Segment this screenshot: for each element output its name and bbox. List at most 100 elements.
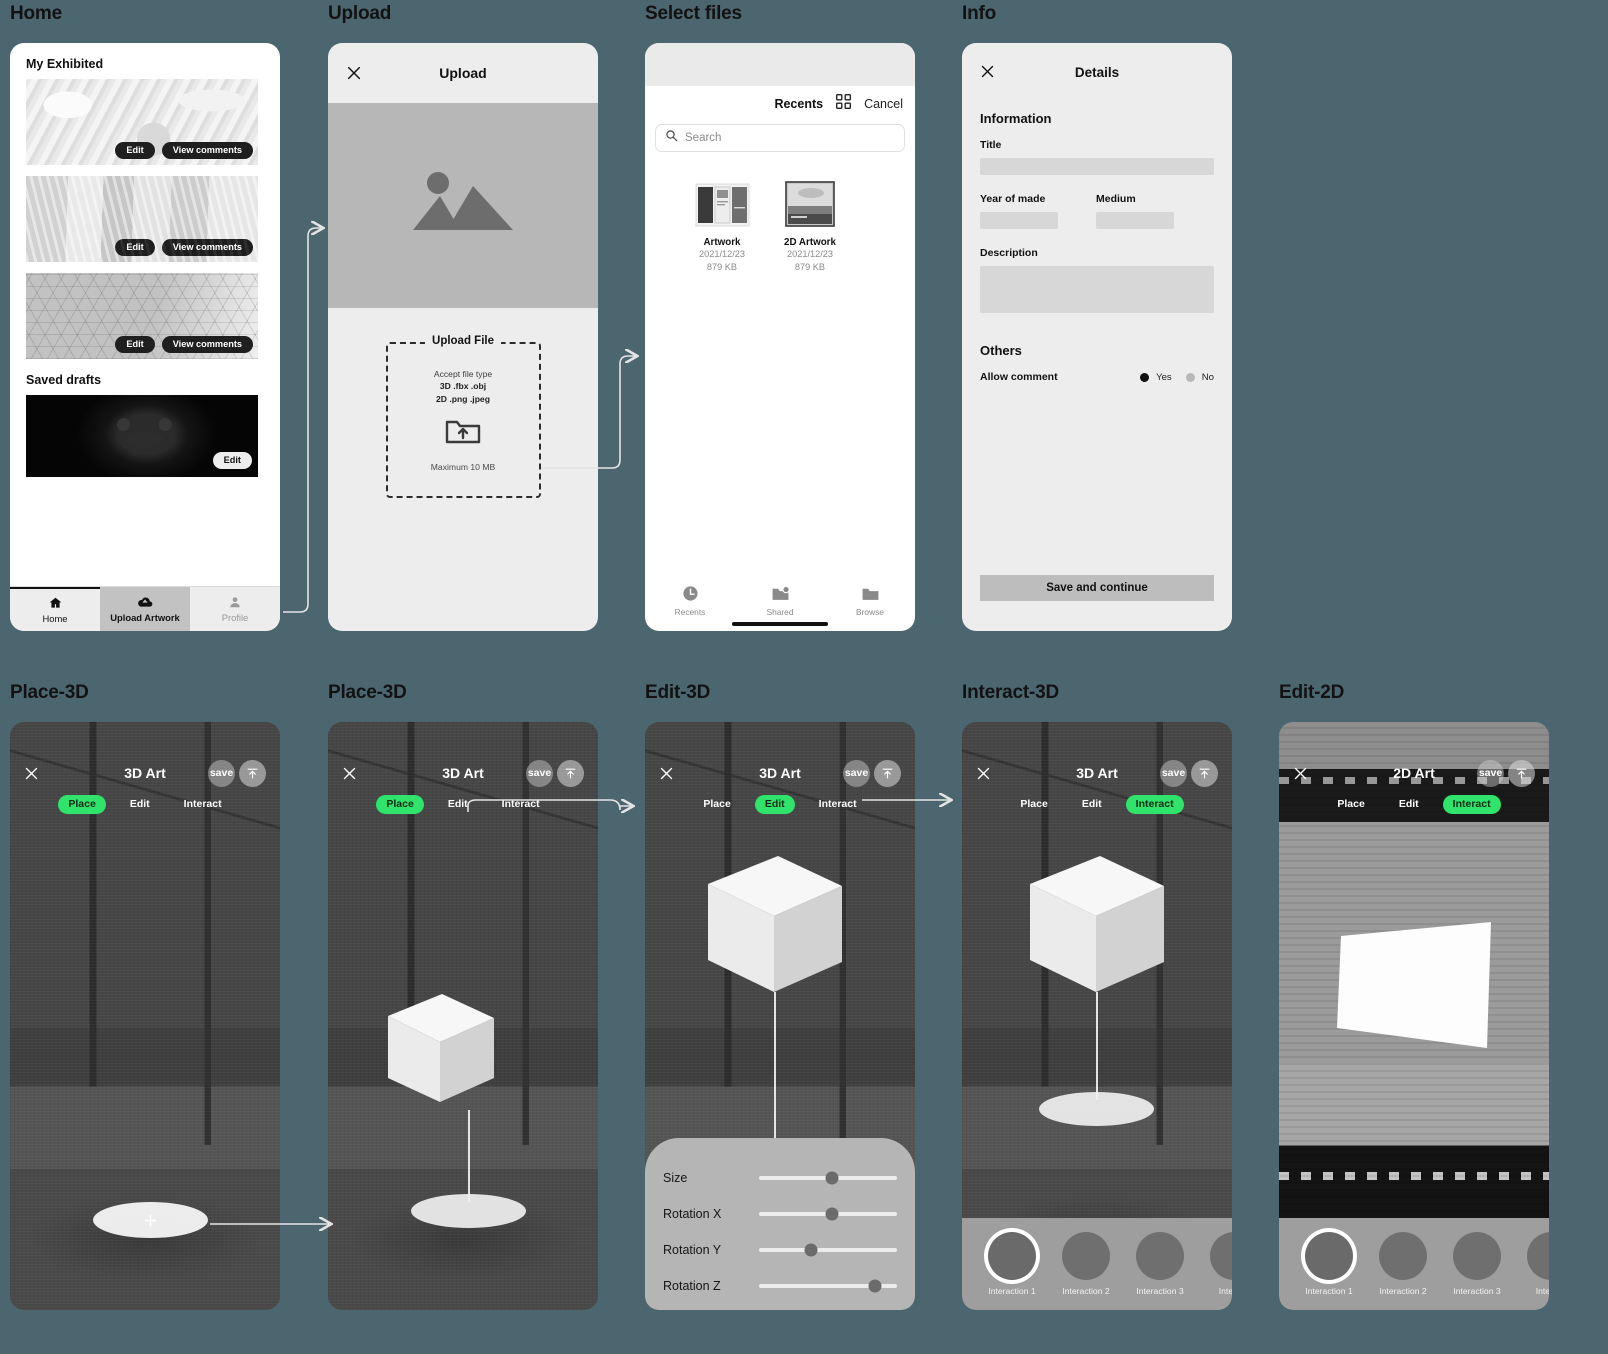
accept-label: Accept file type [433,368,493,379]
mode-place[interactable]: Place [1327,795,1374,814]
slider-knob[interactable] [825,1171,839,1185]
sheet-handle-area [645,43,915,86]
share-upload-icon[interactable] [1191,759,1218,787]
mode-edit[interactable]: Edit [1072,795,1112,814]
mode-place[interactable]: Place [693,795,740,814]
mode-edit[interactable]: Edit [754,795,795,814]
slider-row: Rotation Z [663,1268,897,1304]
radio-label: Yes [1156,371,1172,383]
interaction-option[interactable]: Interacti [1523,1232,1549,1296]
save-button[interactable]: save [208,759,235,787]
interaction-label: Interaction 2 [1379,1286,1427,1296]
mode-place[interactable]: Place [1010,795,1057,814]
interaction-label: Interacti [1218,1286,1232,1296]
cancel-button[interactable]: Cancel [864,97,903,111]
sidebar-item-upload-artwork[interactable]: Upload Artwork [100,587,190,631]
save-button[interactable]: save [843,759,870,787]
ar-cube-object[interactable] [700,850,850,1000]
rotation-y-slider[interactable] [759,1243,897,1257]
object-stem [468,1110,470,1202]
accept-2d: 2D .png .jpeg [436,393,490,404]
search-input[interactable]: Search [655,124,905,152]
slider-knob[interactable] [825,1207,839,1221]
interaction-option[interactable]: Interaction 3 [1449,1232,1505,1296]
grid-view-icon[interactable] [835,93,852,115]
draft-card[interactable]: Edit [26,395,258,477]
artwork-card[interactable]: Edit View comments [26,273,258,359]
slider-row: Rotation X [663,1196,897,1232]
allow-comment-no[interactable]: No [1185,372,1214,383]
edit-button[interactable]: Edit [115,141,155,159]
save-button[interactable]: save [526,759,553,787]
artwork-card[interactable]: Edit View comments [26,176,258,262]
mode-interact[interactable]: Interact [809,795,867,814]
interaction-option[interactable]: Interaction 2 [1375,1232,1431,1296]
tab-label: Home [42,613,68,624]
placement-ellipse[interactable] [1039,1092,1154,1126]
mode-interact[interactable]: Interact [174,795,232,814]
share-upload-icon[interactable] [557,759,584,787]
mode-edit[interactable]: Edit [1389,795,1429,814]
add-artwork-button[interactable] [93,1202,208,1238]
allow-comment-yes[interactable]: Yes [1140,372,1172,383]
mode-interact[interactable]: Interact [492,795,550,814]
sidebar-item-profile[interactable]: Profile [190,587,280,631]
interaction-option[interactable]: Interaction 3 [1132,1232,1188,1296]
rotation-x-slider[interactable] [759,1207,897,1221]
slider-knob[interactable] [868,1279,882,1293]
year-field[interactable] [980,212,1058,229]
artwork-card[interactable]: Edit View comments [26,79,258,165]
edit-button[interactable]: Edit [212,451,252,469]
rotation-z-slider[interactable] [759,1279,897,1293]
share-upload-icon[interactable] [1508,759,1535,787]
close-icon[interactable] [346,65,362,81]
mode-edit[interactable]: Edit [120,795,160,814]
ar-cube-object[interactable] [380,990,500,1110]
title-field[interactable] [980,158,1214,175]
placement-ellipse[interactable] [411,1194,526,1228]
allow-comment-label: Allow comment [980,371,1058,383]
share-upload-icon[interactable] [874,759,901,787]
folder-upload-icon[interactable] [444,416,482,451]
upload-preview[interactable] [328,103,598,308]
interaction-thumb [1305,1232,1353,1280]
save-button[interactable]: save [1160,759,1187,787]
share-upload-icon[interactable] [239,759,266,787]
flow-label-home: Home [10,3,62,24]
view-comments-button[interactable]: View comments [161,238,253,256]
landscape-photo-thumb [783,180,838,230]
file-item[interactable]: Artwork 2021/12/23 879 KB [691,180,753,275]
mode-place[interactable]: Place [376,795,424,814]
tab-recents[interactable]: Recents [645,585,735,617]
ar-2d-artwork-plane[interactable] [1335,920,1495,1065]
edit-button[interactable]: Edit [115,335,155,353]
close-icon[interactable] [980,64,996,80]
wireflow-canvas: Home Upload Select files Info Place-3D P… [0,0,1608,1354]
description-field[interactable] [980,266,1214,313]
upload-dropzone[interactable]: Upload File Accept file type 3D .fbx .ob… [385,335,541,498]
medium-field[interactable] [1096,212,1174,229]
interaction-option[interactable]: Interaction 2 [1058,1232,1114,1296]
slider-knob[interactable] [804,1243,818,1257]
mode-interact[interactable]: Interact [1125,795,1184,814]
save-button[interactable]: save [1477,759,1504,787]
mode-edit[interactable]: Edit [438,795,478,814]
tab-browse[interactable]: Browse [825,585,915,617]
interaction-option[interactable]: Interaction 1 [1301,1232,1357,1296]
ar-header: 2D Art save Place Edit Interact [1279,722,1549,814]
interaction-option[interactable]: Interaction 1 [984,1232,1040,1296]
save-and-continue-button[interactable]: Save and continue [980,575,1214,601]
sidebar-item-home[interactable]: Home [10,587,100,631]
person-icon [228,595,242,609]
interaction-option[interactable]: Interacti [1206,1232,1232,1296]
edit-button[interactable]: Edit [115,238,155,256]
cloud-upload-icon [137,595,153,609]
mode-place[interactable]: Place [58,795,106,814]
mode-interact[interactable]: Interact [1442,795,1501,814]
view-comments-button[interactable]: View comments [161,141,253,159]
size-slider[interactable] [759,1171,897,1185]
ar-cube-object[interactable] [1022,850,1172,1000]
tab-shared[interactable]: Shared [735,585,825,617]
file-item[interactable]: 2D Artwork 2021/12/23 879 KB [779,180,841,275]
view-comments-button[interactable]: View comments [161,335,253,353]
